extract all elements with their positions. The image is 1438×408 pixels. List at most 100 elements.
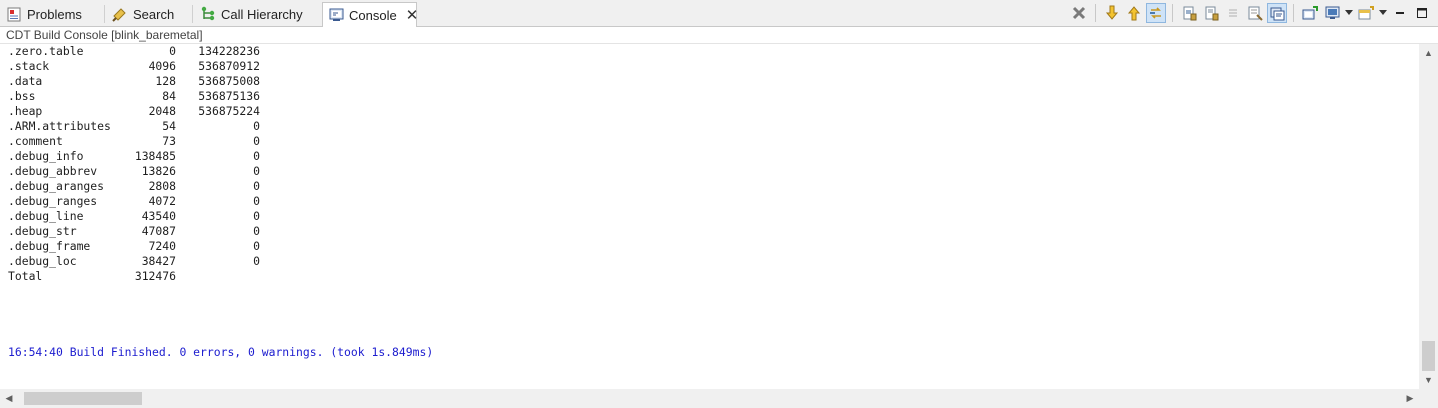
tab-call-hierarchy[interactable]: Call Hierarchy xyxy=(194,2,320,26)
output-size: 38427 xyxy=(141,254,176,268)
output-addr: 0 xyxy=(253,239,260,253)
output-name: .ARM.attributes xyxy=(8,119,111,133)
tab-divider xyxy=(104,5,105,23)
output-addr: 0 xyxy=(253,164,260,178)
output-addr: 0 xyxy=(253,134,260,148)
output-line: Total 312476 xyxy=(8,269,1408,284)
output-addr: 0 xyxy=(253,224,260,238)
output-addr: 0 xyxy=(253,119,260,133)
output-addr: 0 xyxy=(253,179,260,193)
scrollbar-thumb[interactable] xyxy=(24,392,142,405)
output-name: .debug_info xyxy=(8,149,84,163)
tab-problems[interactable]: Problems xyxy=(0,2,102,26)
output-name: .comment xyxy=(8,134,63,148)
output-line: .zero.table 0 134228236 xyxy=(8,44,1408,59)
output-line: .debug_aranges 2808 0 xyxy=(8,179,1408,194)
output-size: 7240 xyxy=(148,239,176,253)
output-line: .comment 73 0 xyxy=(8,134,1408,149)
display-console-icon[interactable] xyxy=(1322,3,1342,23)
copy-build-log-icon[interactable] xyxy=(1267,3,1287,23)
output-name: .debug_loc xyxy=(8,254,77,268)
horizontal-scrollbar[interactable]: ◀ ▶ xyxy=(0,389,1419,408)
close-icon[interactable]: ✕ xyxy=(406,8,419,23)
output-addr: 0 xyxy=(253,149,260,163)
output-size: 47087 xyxy=(141,224,176,238)
problems-icon xyxy=(6,6,22,22)
output-addr: 0 xyxy=(253,194,260,208)
output-name: .debug_ranges xyxy=(8,194,98,208)
vertical-scrollbar[interactable]: ▲ ▼ xyxy=(1419,44,1438,389)
output-size: 43540 xyxy=(141,209,176,223)
console-output[interactable]: .zero.table 0 134228236 .stack 4096 536870912… xyxy=(8,44,1408,389)
output-size: 84 xyxy=(162,89,176,103)
output-size: 138485 xyxy=(134,149,176,163)
output-size: 2048 xyxy=(148,104,176,118)
output-line: .stack 4096 536870912 xyxy=(8,59,1408,74)
output-addr: 536870912 xyxy=(198,59,260,73)
output-size: 0 xyxy=(169,44,176,58)
tab-divider xyxy=(192,5,193,23)
tab-search[interactable]: Search xyxy=(106,2,192,26)
output-name: .debug_line xyxy=(8,209,84,223)
output-name: .debug_aranges xyxy=(8,179,105,193)
output-line: .debug_frame 7240 0 xyxy=(8,239,1408,254)
tab-console[interactable]: Console ✕ xyxy=(322,2,419,27)
output-name: .heap xyxy=(8,104,43,118)
minimize-icon[interactable] xyxy=(1390,3,1410,23)
scroll-left-icon[interactable]: ◀ xyxy=(0,389,18,408)
output-addr: 0 xyxy=(253,209,260,223)
next-error-icon[interactable] xyxy=(1102,3,1122,23)
scrollbar-thumb[interactable] xyxy=(1422,341,1435,371)
output-size: 54 xyxy=(162,119,176,133)
output-line: .debug_abbrev 13826 0 xyxy=(8,164,1408,179)
scroll-up-icon[interactable]: ▲ xyxy=(1419,44,1438,62)
tab-label: Console xyxy=(349,7,397,23)
output-name: .debug_frame xyxy=(8,239,91,253)
chevron-down-icon[interactable] xyxy=(1344,3,1354,23)
clear-console-icon[interactable] xyxy=(1223,3,1243,23)
open-console-icon[interactable] xyxy=(1356,3,1376,23)
output-size: 4072 xyxy=(148,194,176,208)
output-name: Total xyxy=(8,269,43,283)
output-line: .heap 2048 536875224 xyxy=(8,104,1408,119)
console-title: CDT Build Console [blink_baremetal] xyxy=(6,28,203,42)
remove-all-terminated-icon[interactable] xyxy=(1069,3,1089,23)
output-size: 312476 xyxy=(134,269,176,283)
output-size: 128 xyxy=(155,74,176,88)
previous-error-icon[interactable] xyxy=(1124,3,1144,23)
output-name: .stack xyxy=(8,59,50,73)
output-line: .debug_ranges 4072 0 xyxy=(8,194,1408,209)
maximize-icon[interactable] xyxy=(1412,3,1432,23)
output-line: .ARM.attributes 54 0 xyxy=(8,119,1408,134)
scroll-down-icon[interactable]: ▼ xyxy=(1419,371,1438,389)
output-line: .debug_loc 38427 0 xyxy=(8,254,1408,269)
new-console-icon[interactable] xyxy=(1300,3,1320,23)
scrollbar-corner xyxy=(1419,389,1438,408)
output-addr: 134228236 xyxy=(198,44,260,58)
output-addr: 536875136 xyxy=(198,89,260,103)
output-line: .debug_line 43540 0 xyxy=(8,209,1408,224)
pin-console-icon[interactable] xyxy=(1245,3,1265,23)
call-hierarchy-icon xyxy=(200,6,216,22)
output-name: .debug_str xyxy=(8,224,77,238)
chevron-down-icon[interactable] xyxy=(1378,3,1388,23)
output-size: 73 xyxy=(162,134,176,148)
output-line: .bss 84 536875136 xyxy=(8,89,1408,104)
output-addr: 0 xyxy=(253,254,260,268)
console-icon xyxy=(329,7,344,23)
output-line: .debug_str 47087 0 xyxy=(8,224,1408,239)
scroll-right-icon[interactable]: ▶ xyxy=(1401,389,1419,408)
tab-label: Call Hierarchy xyxy=(221,6,303,22)
console-toolbar xyxy=(1069,3,1432,23)
output-size: 2808 xyxy=(148,179,176,193)
view-tab-bar: Problems Search Call Hierarchy Console ✕ xyxy=(0,0,1438,27)
search-icon xyxy=(112,6,128,22)
output-addr: 536875224 xyxy=(198,104,260,118)
word-wrap-icon[interactable] xyxy=(1201,3,1221,23)
output-addr: 536875008 xyxy=(198,74,260,88)
link-with-editor-icon[interactable] xyxy=(1146,3,1166,23)
output-name: .zero.table xyxy=(8,44,84,58)
output-size: 4096 xyxy=(148,59,176,73)
output-name: .debug_abbrev xyxy=(8,164,98,178)
scroll-lock-icon[interactable] xyxy=(1179,3,1199,23)
